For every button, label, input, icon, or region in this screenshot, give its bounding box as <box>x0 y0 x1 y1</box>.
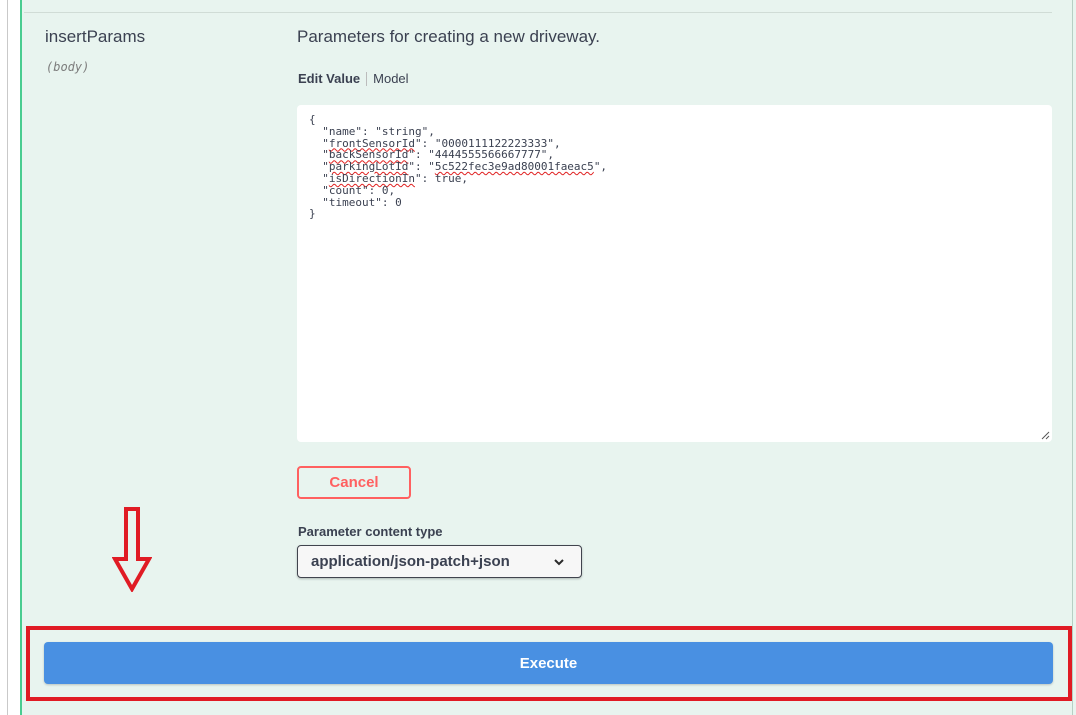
code-line: "timeout": 0 <box>309 195 402 209</box>
swagger-parameter-section: insertParams (body) Parameters for creat… <box>0 0 1076 715</box>
request-body-editor[interactable]: { "name": "string", "frontSensorId": "00… <box>297 105 1052 442</box>
panel-right-border <box>1072 0 1073 715</box>
resize-grip-icon[interactable] <box>1041 431 1050 440</box>
tab-edit-value[interactable]: Edit Value <box>298 71 360 86</box>
code-line: } <box>309 207 316 220</box>
code-text: ", <box>593 160 608 174</box>
arrow-down-outline-icon <box>112 507 152 592</box>
code-text: ": true, <box>414 171 468 185</box>
execute-button[interactable]: Execute <box>44 642 1053 684</box>
chevron-down-icon <box>554 559 564 566</box>
operation-left-border <box>7 0 8 715</box>
parameter-location: (body) <box>46 60 90 74</box>
code-text: "timeout": 0 <box>309 195 402 209</box>
value-model-tabs: Edit Value Model <box>298 71 409 86</box>
request-body-json[interactable]: { "name": "string", "frontSensorId": "00… <box>309 114 1040 220</box>
cancel-button[interactable]: Cancel <box>297 466 411 499</box>
section-divider <box>24 12 1052 13</box>
tab-divider <box>366 71 368 86</box>
content-type-value: application/json-patch+json <box>311 553 510 570</box>
parameter-name: insertParams <box>45 27 146 46</box>
content-type-select[interactable]: application/json-patch+json <box>297 545 582 578</box>
code-text: } <box>309 207 316 221</box>
parameter-description: Parameters for creating a new driveway. <box>297 27 600 46</box>
tab-model[interactable]: Model <box>373 71 408 86</box>
content-type-label: Parameter content type <box>298 524 443 539</box>
